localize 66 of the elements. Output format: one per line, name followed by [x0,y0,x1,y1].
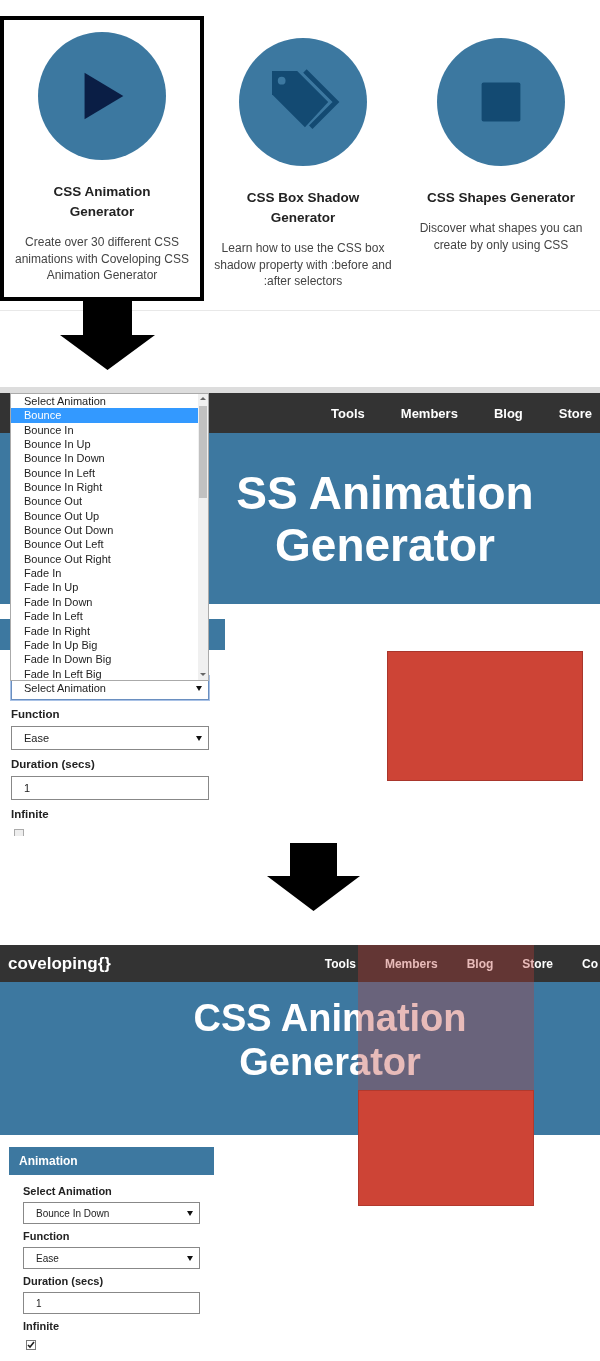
down-arrow-icon [60,300,155,370]
nav-link[interactable]: Blog [466,956,494,971]
field-label: Function [11,708,61,720]
field-label: Duration (secs) [11,758,96,770]
input-field[interactable]: 1 [23,1292,200,1314]
dropdown-option[interactable]: Bounce In Right [11,480,198,495]
card-title: CSS Shapes Generator [426,189,576,207]
dropdown-option[interactable]: Bounce Out Left [11,537,198,552]
field-label: Infinite [11,808,50,820]
tool-card[interactable]: CSS Shapes Generator Discover what shapes you can create by only using CSS [402,16,600,301]
nav-link[interactable]: Members [400,405,458,421]
tool-card[interactable]: CSS Box Shadow Generator Learn how to use the CSS box shadow property with :before and :after selectors [204,16,402,301]
dropdown-option[interactable]: Fade In [11,566,198,581]
dropdown-option[interactable]: Bounce Out Down [11,523,198,538]
field-label: Function [23,1230,71,1242]
hero-title: SS Animation [236,466,534,519]
dropdown-list[interactable] [10,393,209,681]
nav-link[interactable]: Store [522,956,553,971]
hero-title: Generator [275,518,495,571]
checkbox[interactable] [14,829,24,836]
nav-link[interactable]: Members [384,956,438,971]
caret-icon [187,1255,193,1261]
dropdown-option[interactable]: Bounce In Left [11,465,198,481]
dropdown-option[interactable]: Fade In Left [11,609,198,624]
dropdown-option[interactable]: Fade In Right [11,623,198,638]
dropdown-option[interactable]: Bounce In Up [11,437,198,452]
select-dropdown[interactable]: Ease [11,726,209,750]
field-label: Infinite [23,1320,61,1332]
down-arrow-icon [267,843,360,911]
dropdown-option[interactable]: Bounce Out [11,494,198,509]
logo[interactable]: coveloping{} [0,953,111,974]
tag-icon [239,38,367,166]
checkbox[interactable] [26,1340,36,1350]
input-field[interactable]: 1 [11,776,209,800]
select-dropdown[interactable]: Bounce In Down [23,1202,200,1224]
card-description: Learn how to use the CSS box shadow property with :before and :after selectors [213,240,393,290]
dropdown-option[interactable]: Fade In Down [11,594,198,610]
nav-link[interactable]: Store [558,405,592,421]
dropdown-option[interactable]: Select Animation [11,394,198,409]
select-dropdown[interactable]: Ease [23,1247,200,1269]
dropdown-option[interactable]: Bounce Out Up [11,508,198,524]
nav-link[interactable]: Co [582,956,598,971]
dropdown-option[interactable]: Bounce Out Right [11,551,198,567]
card-description: Discover what shapes you can create by only using CSS [418,220,584,253]
section-header: Animation [9,1147,214,1175]
card-description: Create over 30 different CSS animations with Coveloping CSS Animation Generator [13,234,191,284]
card-title: CSS Box Shadow Generator [245,189,361,227]
caret-icon [196,685,202,691]
hero-title: CSS Animation [193,996,467,1040]
card-title: CSS Animation Generator [52,183,152,221]
dropdown-option[interactable]: Bounce In [11,422,198,438]
dropdown-option[interactable]: Fade In Up [11,580,198,595]
play-icon [38,32,166,160]
hero-title: Generator [239,1040,421,1084]
scrollbar[interactable] [198,394,208,680]
dropdown-option[interactable]: Fade In Up Big [11,637,198,653]
field-label: Select Animation [23,1185,113,1197]
nav-link[interactable]: Blog [493,405,523,421]
tool-card[interactable]: CSS Animation Generator Create over 30 different CSS animations with Coveloping CSS Animation Generator [0,16,204,301]
dropdown-option[interactable]: Bounce In Down [11,451,198,466]
caret-icon [187,1210,193,1216]
nav-link[interactable]: Tools [331,405,365,421]
nav-link[interactable]: Tools [324,956,356,971]
field-label: Duration (secs) [23,1275,105,1287]
caret-icon [196,735,202,741]
dropdown-option[interactable]: Fade In Down Big [11,652,198,667]
